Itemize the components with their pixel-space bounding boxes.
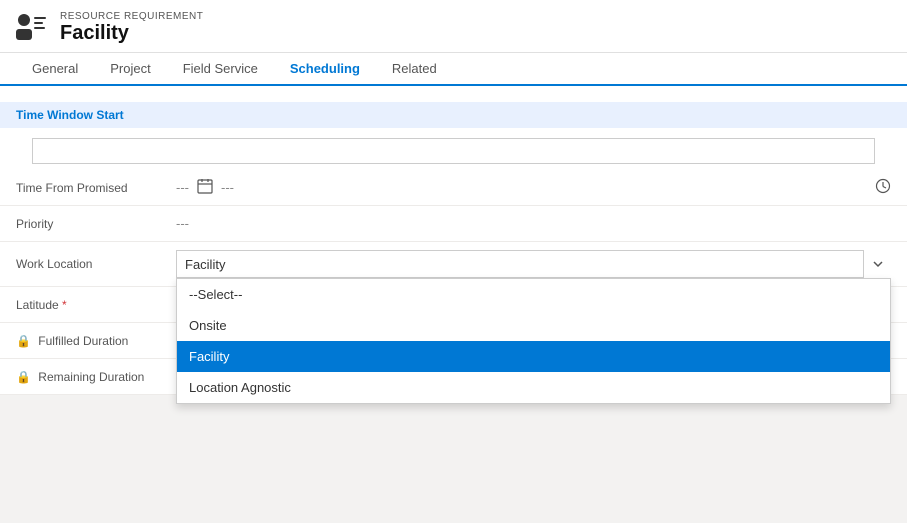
- latitude-label: Latitude *: [16, 298, 176, 312]
- time-window-input[interactable]: [32, 138, 875, 164]
- content-area: Time Window Start Time From Promised ---…: [0, 86, 907, 395]
- page-header: RESOURCE REQUIREMENT Facility: [0, 0, 907, 53]
- page-subtitle: RESOURCE REQUIREMENT: [60, 11, 203, 22]
- work-location-row: Work Location Facility --Select-- Onsite…: [0, 242, 907, 287]
- priority-row: Priority ---: [0, 206, 907, 242]
- nav-tabs: General Project Field Service Scheduling…: [0, 53, 907, 86]
- tab-general[interactable]: General: [16, 53, 94, 86]
- time-from-promised-label: Time From Promised: [16, 181, 176, 195]
- priority-label: Priority: [16, 217, 176, 231]
- calendar-icon[interactable]: [197, 178, 213, 197]
- clock-icon[interactable]: [875, 178, 891, 197]
- header-text: RESOURCE REQUIREMENT Facility: [60, 11, 203, 45]
- priority-value: ---: [176, 216, 891, 231]
- tab-scheduling[interactable]: Scheduling: [274, 53, 376, 86]
- section-time-window: Time Window Start: [0, 102, 907, 128]
- time-from-promised-value: --- ---: [176, 178, 891, 197]
- work-location-selected: Facility: [177, 257, 890, 272]
- tab-related[interactable]: Related: [376, 53, 453, 86]
- tab-field-service[interactable]: Field Service: [167, 53, 274, 86]
- work-location-container: Facility --Select-- Onsite Facility Loca…: [176, 250, 891, 278]
- page-title: Facility: [60, 22, 203, 45]
- work-location-dropdown: --Select-- Onsite Facility Location Agno…: [176, 278, 891, 404]
- tab-project[interactable]: Project: [94, 53, 166, 86]
- remaining-duration-label: 🔒 Remaining Duration: [16, 370, 176, 384]
- work-location-select[interactable]: Facility: [176, 250, 891, 278]
- dropdown-item-facility[interactable]: Facility: [177, 341, 890, 372]
- fulfilled-duration-label: 🔒 Fulfilled Duration: [16, 334, 176, 348]
- time-from-promised-row: Time From Promised --- ---: [0, 170, 907, 206]
- work-location-label: Work Location: [16, 257, 176, 271]
- fulfilled-lock-icon: 🔒: [16, 334, 31, 348]
- dropdown-item-select[interactable]: --Select--: [177, 279, 890, 310]
- dropdown-item-location-agnostic[interactable]: Location Agnostic: [177, 372, 890, 403]
- dropdown-item-onsite[interactable]: Onsite: [177, 310, 890, 341]
- latitude-required-star: *: [62, 298, 67, 312]
- remaining-lock-icon: 🔒: [16, 370, 31, 384]
- resource-icon: [16, 10, 48, 46]
